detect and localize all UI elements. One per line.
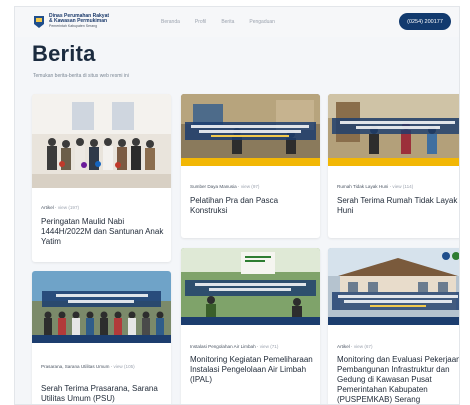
news-meta: Artikel · view (197) (41, 205, 79, 210)
news-title[interactable]: Monitoring Kegiatan Pemeliharaan Instala… (190, 355, 314, 385)
news-photo[interactable] (32, 94, 171, 188)
navbar: Dinas Perumahan Rakyat & Kawasan Permuki… (15, 7, 459, 37)
nav-item-pengaduan[interactable]: Pengaduan (249, 19, 275, 25)
view-count: view (71) (259, 344, 279, 349)
page-subtitle: Temukan berita-berita di situs web resmi… (33, 73, 129, 79)
view-count: view (97) (240, 184, 260, 189)
page-title: Berita (32, 41, 96, 66)
news-meta: Rumah Tidak Layak Huni · view (114) (337, 184, 413, 189)
news-title[interactable]: Serah Terima Rumah Tidak Layak Huni (337, 196, 459, 216)
news-category[interactable]: Prasarana, Sarana Utilitas Umum (41, 364, 109, 369)
news-card[interactable]: Artikel · view (197) Peringatan Maulid N… (32, 94, 171, 262)
view-count: view (67) (353, 344, 373, 349)
news-photo[interactable] (181, 248, 320, 325)
news-card[interactable]: Artikel · view (67) Monitoring dan Evalu… (328, 248, 459, 404)
news-category[interactable]: Sumber Daya Manusia (190, 184, 237, 189)
news-title[interactable]: Serah Terima Prasarana, Sarana Utilitas … (41, 384, 165, 404)
brand-line-3: Pemerintah Kabupaten Serang (49, 24, 98, 28)
news-category[interactable]: Artikel (41, 205, 54, 210)
main-nav: Beranda Profil Berita Pengaduan (161, 19, 275, 25)
news-title[interactable]: Monitoring dan Evaluasi Pekerjaan Pemban… (337, 355, 459, 404)
news-category[interactable]: Rumah Tidak Layak Huni (337, 184, 388, 189)
news-category[interactable]: Instalasi Pengolahan Air Limbah (190, 344, 256, 349)
brand-name[interactable]: Dinas Perumahan Rakyat & Kawasan Permuki… (49, 14, 109, 29)
news-photo[interactable] (32, 271, 171, 343)
browser-page: Dinas Perumahan Rakyat & Kawasan Permuki… (14, 6, 460, 405)
news-meta: Sumber Daya Manusia · view (97) (190, 184, 259, 189)
nav-item-berita[interactable]: Berita (221, 19, 234, 25)
logo-icon[interactable] (33, 15, 45, 29)
news-photo[interactable] (181, 94, 320, 166)
phone-button[interactable]: (0254) 200177 (399, 13, 451, 30)
news-category[interactable]: Artikel (337, 344, 350, 349)
nav-item-profil[interactable]: Profil (195, 19, 206, 25)
news-meta: Prasarana, Sarana Utilitas Umum · view (… (41, 364, 169, 369)
news-title[interactable]: Pelatihan Pra dan Pasca Konstruksi (190, 196, 314, 216)
news-title[interactable]: Peringatan Maulid Nabi 1444H/2022M dan S… (41, 217, 165, 247)
news-meta: Instalasi Pengolahan Air Limbah · view (… (190, 344, 278, 349)
nav-item-beranda[interactable]: Beranda (161, 19, 180, 25)
news-photo[interactable] (328, 248, 459, 325)
view-count: view (197) (57, 205, 80, 210)
news-card[interactable]: Rumah Tidak Layak Huni · view (114) Sera… (328, 94, 459, 238)
view-count: view (114) (392, 184, 414, 189)
news-meta: Artikel · view (67) (337, 344, 373, 349)
view-count: view (105) (113, 364, 135, 369)
news-card[interactable]: Instalasi Pengolahan Air Limbah · view (… (181, 248, 320, 404)
news-card[interactable]: Prasarana, Sarana Utilitas Umum · view (… (32, 271, 171, 404)
news-photo[interactable] (328, 94, 459, 166)
news-card[interactable]: Sumber Daya Manusia · view (97) Pelatiha… (181, 94, 320, 238)
